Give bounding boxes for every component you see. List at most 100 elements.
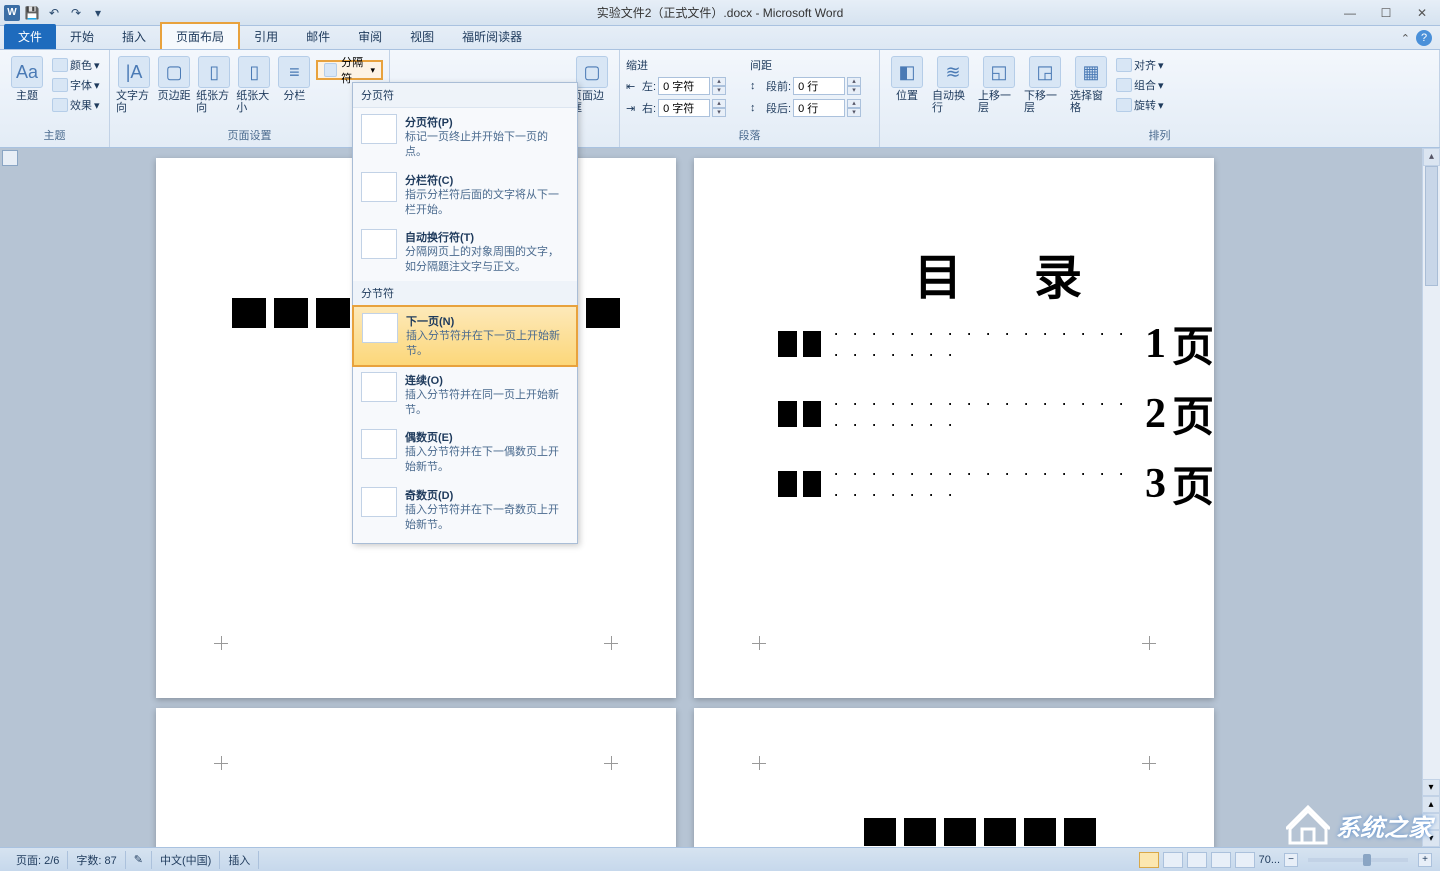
group-icon bbox=[1116, 78, 1132, 92]
ribbon: Aa 主题 颜色 ▾ 字体 ▾ 效果 ▾ 主题 |A文字方向 ▢页边距 ▯纸张方… bbox=[0, 50, 1440, 148]
theme-effects-button[interactable]: 效果 ▾ bbox=[52, 96, 100, 114]
spacing-after-field[interactable] bbox=[793, 99, 845, 117]
menu-text-wrap-break[interactable]: 自动换行符(T)分隔网页上的对象周围的文字，如分隔题注文字与正文。 bbox=[353, 223, 577, 281]
vertical-scrollbar[interactable]: ▴ ▾ ▴ ○ ▾ bbox=[1422, 148, 1440, 847]
view-web-layout[interactable] bbox=[1187, 852, 1207, 868]
redo-icon[interactable]: ↷ bbox=[66, 3, 86, 23]
indent-left-field[interactable] bbox=[658, 77, 710, 95]
page-2[interactable]: 目 录 · · · · · · · · · · · · · · · · · · … bbox=[694, 158, 1214, 698]
colors-icon bbox=[52, 58, 68, 72]
save-icon[interactable]: 💾 bbox=[22, 3, 42, 23]
view-draft[interactable] bbox=[1235, 852, 1255, 868]
status-proofing[interactable]: ✎ bbox=[126, 851, 152, 869]
fonts-icon bbox=[52, 78, 68, 92]
indent-right-field[interactable] bbox=[658, 99, 710, 117]
qat-more-icon[interactable]: ▾ bbox=[88, 3, 108, 23]
next-page-icon bbox=[362, 313, 398, 343]
tab-review[interactable]: 审阅 bbox=[344, 24, 396, 49]
window-controls: — ☐ ✕ bbox=[1336, 4, 1436, 22]
toc-line-1: · · · · · · · · · · · · · · · · · · · · … bbox=[778, 313, 1214, 374]
themes-label: 主题 bbox=[16, 90, 38, 102]
scroll-up-icon[interactable]: ▴ bbox=[1423, 148, 1440, 166]
status-words[interactable]: 字数: 87 bbox=[68, 851, 125, 869]
group-button[interactable]: 组合 ▾ bbox=[1116, 76, 1164, 94]
group-page-setup: |A文字方向 ▢页边距 ▯纸张方向 ▯纸张大小 ≡分栏 分隔符▾ 页面设置 bbox=[110, 50, 390, 147]
page-break-icon bbox=[361, 114, 397, 144]
close-button[interactable]: ✕ bbox=[1408, 4, 1436, 22]
zoom-level[interactable]: 70... bbox=[1259, 854, 1280, 866]
themes-icon: Aa bbox=[11, 56, 43, 88]
toc-line-2: · · · · · · · · · · · · · · · · · · · · … bbox=[778, 383, 1214, 444]
tab-foxit[interactable]: 福昕阅读器 bbox=[448, 24, 536, 49]
help-icon[interactable]: ? bbox=[1416, 30, 1432, 46]
tab-page-layout[interactable]: 页面布局 bbox=[160, 22, 240, 49]
indent-right-icon: ⇥ bbox=[626, 102, 640, 115]
tab-view[interactable]: 视图 bbox=[396, 24, 448, 49]
page-3[interactable] bbox=[156, 708, 676, 847]
status-language[interactable]: 中文(中国) bbox=[152, 851, 220, 869]
wrap-icon: ≋ bbox=[937, 56, 969, 88]
rotate-button[interactable]: 旋转 ▾ bbox=[1116, 96, 1164, 114]
page-setup-group-label: 页面设置 bbox=[116, 127, 383, 145]
align-button[interactable]: 对齐 ▾ bbox=[1116, 56, 1164, 74]
themes-button[interactable]: Aa 主题 bbox=[6, 52, 48, 102]
page-borders-icon: ▢ bbox=[576, 56, 608, 88]
collapse-ribbon-icon[interactable]: ⌃ bbox=[1401, 32, 1410, 45]
text-direction-button[interactable]: |A文字方向 bbox=[116, 52, 152, 114]
send-backward-button[interactable]: ◲下移一层 bbox=[1024, 52, 1066, 114]
odd-page-icon bbox=[361, 487, 397, 517]
selection-pane-button[interactable]: ▦选择窗格 bbox=[1070, 52, 1112, 114]
tab-mailings[interactable]: 邮件 bbox=[292, 24, 344, 49]
spacing-label: 间距 bbox=[750, 56, 870, 74]
menu-next-page-break[interactable]: 下一页(N)插入分节符并在下一页上开始新节。 bbox=[352, 305, 578, 367]
minimize-button[interactable]: — bbox=[1336, 4, 1364, 22]
zoom-out-button[interactable]: − bbox=[1284, 853, 1298, 867]
menu-odd-page-break[interactable]: 奇数页(D)插入分节符并在下一奇数页上开始新节。 bbox=[353, 481, 577, 539]
zoom-thumb[interactable] bbox=[1363, 854, 1371, 866]
menu-column-break[interactable]: 分栏符(C)指示分栏符后面的文字将从下一栏开始。 bbox=[353, 166, 577, 224]
tab-insert[interactable]: 插入 bbox=[108, 24, 160, 49]
scroll-down-icon[interactable]: ▾ bbox=[1422, 779, 1440, 796]
quick-access-toolbar: W 💾 ↶ ↷ ▾ bbox=[0, 3, 108, 23]
indent-label: 缩进 bbox=[626, 56, 746, 74]
tab-home[interactable]: 开始 bbox=[56, 24, 108, 49]
page-4[interactable] bbox=[694, 708, 1214, 847]
status-page[interactable]: 页面: 2/6 bbox=[8, 851, 68, 869]
position-button[interactable]: ◧位置 bbox=[886, 52, 928, 102]
indent-left-input[interactable]: ⇤左:▴▾ bbox=[626, 76, 746, 96]
menu-even-page-break[interactable]: 偶数页(E)插入分节符并在下一偶数页上开始新节。 bbox=[353, 423, 577, 481]
theme-colors-button[interactable]: 颜色 ▾ bbox=[52, 56, 100, 74]
view-outline[interactable] bbox=[1211, 852, 1231, 868]
maximize-button[interactable]: ☐ bbox=[1372, 4, 1400, 22]
zoom-in-button[interactable]: + bbox=[1418, 853, 1432, 867]
columns-button[interactable]: ≡分栏 bbox=[276, 52, 312, 102]
scroll-thumb[interactable] bbox=[1425, 166, 1438, 286]
theme-fonts-button[interactable]: 字体 ▾ bbox=[52, 76, 100, 94]
indent-right-input[interactable]: ⇥右:▴▾ bbox=[626, 98, 746, 118]
view-full-screen[interactable] bbox=[1163, 852, 1183, 868]
undo-icon[interactable]: ↶ bbox=[44, 3, 64, 23]
word-app-icon[interactable]: W bbox=[4, 5, 20, 21]
menu-continuous-break[interactable]: 连续(O)插入分节符并在同一页上开始新节。 bbox=[353, 366, 577, 424]
proofing-icon: ✎ bbox=[134, 853, 143, 866]
menu-page-break[interactable]: 分页符(P)标记一页终止并开始下一页的点。 bbox=[353, 108, 577, 166]
file-tab[interactable]: 文件 bbox=[4, 24, 56, 49]
ribbon-tabs: 文件 开始 插入 页面布局 引用 邮件 审阅 视图 福昕阅读器 ⌃ ? bbox=[0, 26, 1440, 50]
breaks-button[interactable]: 分隔符▾ bbox=[316, 60, 383, 80]
size-button[interactable]: ▯纸张大小 bbox=[236, 52, 272, 114]
group-paragraph: 缩进 ⇤左:▴▾ ⇥右:▴▾ 间距 ↕段前:▴▾ ↕段后:▴▾ 段落 bbox=[620, 50, 880, 147]
margins-button[interactable]: ▢页边距 bbox=[156, 52, 192, 102]
spacing-before-input[interactable]: ↕段前:▴▾ bbox=[750, 76, 870, 96]
status-mode[interactable]: 插入 bbox=[220, 851, 259, 869]
document-area[interactable]: 目 录 · · · · · · · · · · · · · · · · · · … bbox=[0, 148, 1440, 847]
orientation-button[interactable]: ▯纸张方向 bbox=[196, 52, 232, 114]
forward-icon: ◱ bbox=[983, 56, 1015, 88]
tab-references[interactable]: 引用 bbox=[240, 24, 292, 49]
spacing-after-input[interactable]: ↕段后:▴▾ bbox=[750, 98, 870, 118]
zoom-slider[interactable] bbox=[1308, 858, 1408, 862]
spacing-before-field[interactable] bbox=[793, 77, 845, 95]
view-print-layout[interactable] bbox=[1139, 852, 1159, 868]
bring-forward-button[interactable]: ◱上移一层 bbox=[978, 52, 1020, 114]
wrap-button[interactable]: ≋自动换行 bbox=[932, 52, 974, 114]
tab-selector-icon[interactable] bbox=[2, 150, 18, 166]
